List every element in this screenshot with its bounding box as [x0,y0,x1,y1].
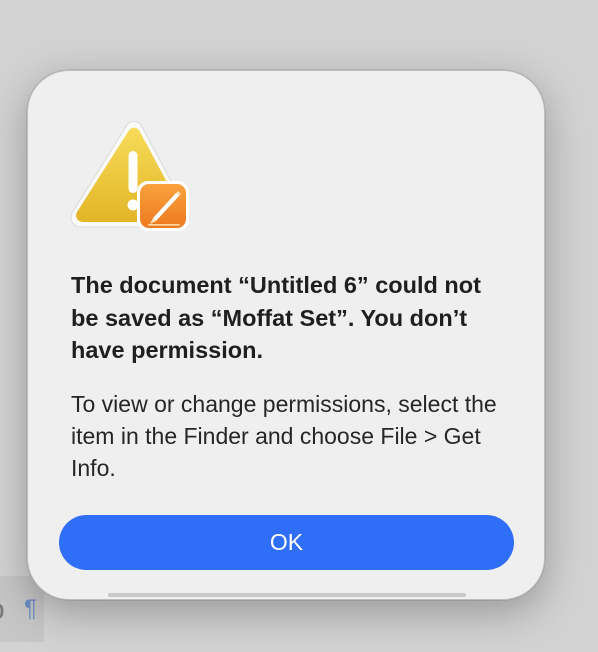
pages-app-icon [137,181,189,231]
warning-triangle-icon [70,120,190,231]
pilcrow-icon[interactable]: ¶ [24,597,37,621]
permission-alert-dialog: The document “Untitled 6” could not be s… [27,70,545,600]
alert-message: To view or change permissions, select th… [71,391,497,481]
sheet-edge-shadow [108,593,466,597]
ok-button[interactable]: OK [59,515,514,570]
format-glyph: o [0,595,5,625]
alert-title: The document “Untitled 6” could not be s… [71,272,481,363]
alert-icon [70,120,194,237]
